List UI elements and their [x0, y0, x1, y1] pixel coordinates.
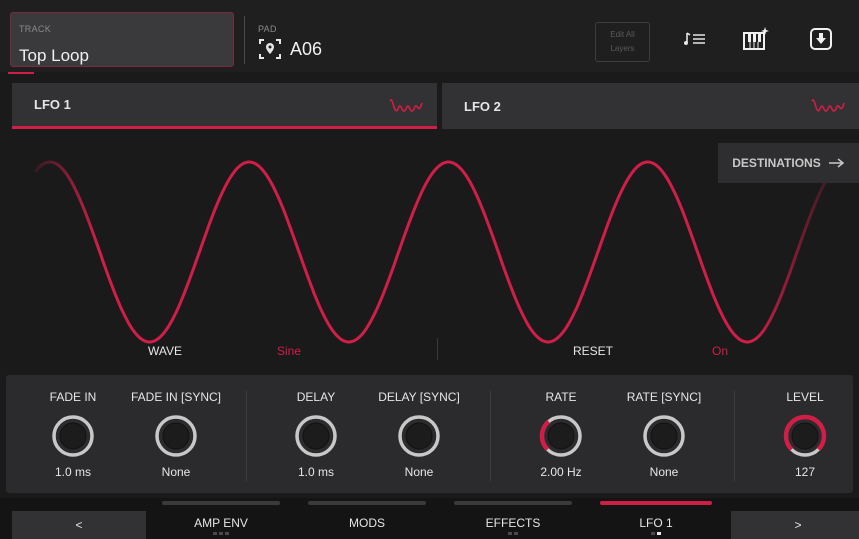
knob-body	[162, 422, 190, 450]
knob-value: None	[649, 465, 679, 479]
knob-body	[547, 422, 575, 450]
nav-tab-label: MODS	[349, 516, 385, 530]
nav-tab-label: EFFECTS	[485, 516, 541, 530]
track-label: TRACK	[19, 24, 52, 34]
knob-fade-in-sync[interactable]: FADE IN [SYNC] None	[126, 375, 226, 493]
page-dot	[213, 532, 217, 535]
knob-body	[405, 422, 433, 450]
nav-tab-label: AMP ENV	[194, 516, 248, 530]
pad-selector[interactable]: A06	[258, 38, 322, 60]
header-progress-indicator	[8, 72, 34, 74]
wave-label: WAVE	[148, 344, 183, 358]
delay-sync-knob[interactable]	[396, 413, 442, 459]
tab-indicator-bar	[454, 501, 572, 505]
reset-label: RESET	[573, 344, 614, 358]
nav-tab-mods[interactable]: MODS	[294, 498, 440, 539]
knob-value: 1.0 ms	[297, 465, 334, 479]
page-dot	[508, 532, 512, 535]
fade-in-sync-knob[interactable]	[153, 413, 199, 459]
knob-label: FADE IN	[49, 390, 97, 404]
nav-tab-amp-env[interactable]: AMP ENV	[148, 498, 294, 539]
knob-rate-sync[interactable]: RATE [SYNC] None	[614, 375, 714, 493]
knob-fade-in[interactable]: FADE IN 1.0 ms	[23, 375, 123, 493]
pad-location-icon	[259, 39, 281, 59]
knob-panel: FADE IN 1.0 ms FADE IN [SYNC] None DELAY…	[6, 375, 853, 493]
track-name: Top Loop	[19, 46, 89, 65]
sine-wave-icon	[389, 99, 423, 112]
page-dots	[148, 532, 294, 535]
page-dot	[219, 532, 223, 535]
knob-body	[302, 422, 330, 450]
note-list-icon[interactable]	[681, 25, 709, 53]
knob-label: DELAY	[296, 390, 336, 404]
page-dot	[514, 532, 518, 535]
delay-knob[interactable]	[293, 413, 339, 459]
wave-value[interactable]: Sine	[277, 344, 301, 358]
level-knob[interactable]	[782, 413, 828, 459]
destinations-label: DESTINATIONS	[732, 156, 821, 170]
knob-value: 2.00 Hz	[540, 465, 582, 479]
knob-label: FADE IN [SYNC]	[130, 390, 222, 404]
keyboard-sparkle-icon[interactable]	[742, 25, 770, 53]
rate-knob[interactable]	[538, 413, 584, 459]
knob-value: 127	[794, 465, 816, 479]
page-dot	[651, 532, 655, 535]
knob-value: 1.0 ms	[54, 465, 91, 479]
knob-value: None	[161, 465, 191, 479]
page-dots	[440, 532, 586, 535]
sine-wave-curve	[33, 160, 834, 344]
panel-divider	[246, 391, 247, 481]
header-bar: TRACK Top Loop PAD A06 Edit All Layers	[0, 0, 859, 74]
nav-next-button[interactable]: >	[731, 511, 859, 539]
param-divider	[437, 338, 438, 360]
knob-label: RATE [SYNC]	[626, 390, 702, 404]
knob-value: None	[404, 465, 434, 479]
tab-indicator-bar	[162, 501, 280, 505]
edit-all-layers-button[interactable]: Edit All Layers	[595, 22, 650, 62]
track-selector[interactable]: TRACK Top Loop	[10, 12, 234, 67]
page-dot	[657, 532, 661, 535]
knob-body	[59, 422, 87, 450]
tab-indicator-bar	[600, 501, 712, 505]
pad-value: A06	[290, 38, 323, 59]
rate-sync-knob[interactable]	[641, 413, 687, 459]
reset-value[interactable]: On	[712, 344, 728, 358]
tab-indicator-bar	[308, 501, 426, 505]
arrow-right-icon	[828, 158, 844, 168]
header-divider	[244, 16, 245, 64]
knob-label: RATE	[545, 390, 577, 404]
panel-divider	[490, 391, 491, 481]
knob-delay-sync[interactable]: DELAY [SYNC] None	[369, 375, 469, 493]
tab-lfo-1[interactable]: LFO 1	[12, 83, 437, 129]
fade-in-knob[interactable]	[50, 413, 96, 459]
knob-body	[791, 422, 819, 450]
nav-tab-effects[interactable]: EFFECTS	[440, 498, 586, 539]
panel-divider	[734, 391, 735, 481]
page-dots	[586, 532, 726, 535]
tab-lfo-2[interactable]: LFO 2	[442, 83, 859, 129]
knob-rate[interactable]: RATE 2.00 Hz	[511, 375, 611, 493]
knob-label: LEVEL	[786, 390, 824, 404]
nav-tab-label: LFO 1	[639, 516, 673, 530]
knob-body	[650, 422, 678, 450]
tab-label: LFO 2	[464, 98, 501, 114]
knob-label: DELAY [SYNC]	[378, 390, 460, 404]
tab-label: LFO 1	[34, 97, 71, 112]
knob-delay[interactable]: DELAY 1.0 ms	[266, 375, 366, 493]
pad-label: PAD	[258, 24, 277, 34]
page-dot	[225, 532, 229, 535]
knob-level[interactable]: LEVEL 127	[755, 375, 855, 493]
download-icon[interactable]	[807, 25, 835, 53]
nav-tab-lfo-1[interactable]: LFO 1	[586, 498, 726, 539]
nav-prev-button[interactable]: <	[12, 511, 146, 539]
sine-wave-icon	[811, 99, 845, 112]
destinations-button[interactable]: DESTINATIONS	[718, 143, 859, 183]
